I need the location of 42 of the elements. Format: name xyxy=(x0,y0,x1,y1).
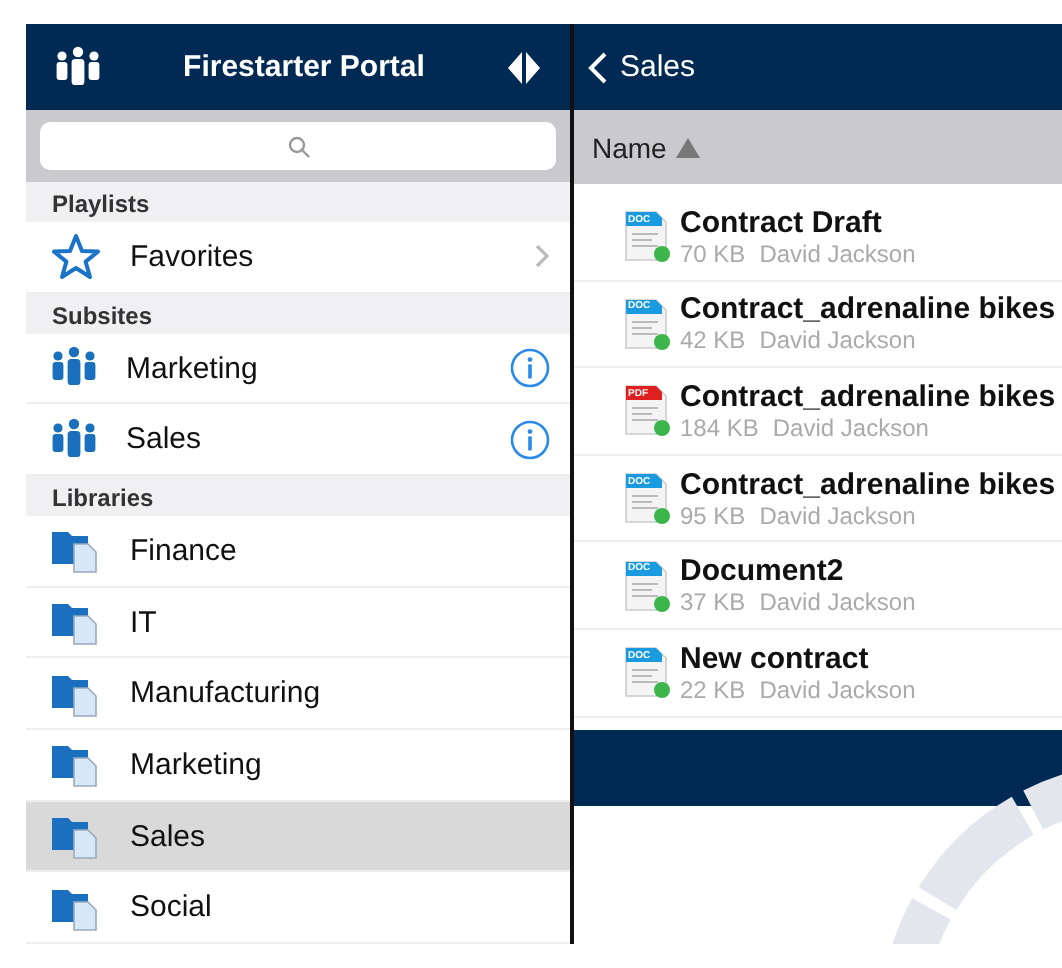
chevron-right-icon xyxy=(534,244,550,269)
file-size: 42 KB xyxy=(680,326,746,355)
split-view-icon[interactable] xyxy=(506,49,542,85)
file-author: David Jackson xyxy=(759,239,916,268)
section-header: Playlists xyxy=(26,182,570,222)
file-author: David Jackson xyxy=(759,326,916,355)
people-icon xyxy=(54,45,102,89)
portal-title: Firestarter Portal xyxy=(181,50,427,84)
sidebar-item[interactable]: IT xyxy=(26,587,570,659)
library-folder-icon xyxy=(50,812,102,861)
file-name: Document2 xyxy=(680,554,846,589)
file-author: David Jackson xyxy=(759,588,916,617)
library-folder-icon xyxy=(50,526,102,575)
sidebar-item[interactable]: Sales xyxy=(26,801,570,873)
file-author: David Jackson xyxy=(759,501,916,530)
file-size: 22 KB xyxy=(680,675,746,704)
file-name: New contract xyxy=(680,641,871,676)
star-icon xyxy=(50,232,102,281)
chevron-left-icon xyxy=(588,51,608,83)
search-icon xyxy=(287,135,309,157)
file-size: 37 KB xyxy=(680,588,746,617)
section-header: Libraries xyxy=(26,476,570,517)
info-icon[interactable] xyxy=(510,419,550,460)
people-icon xyxy=(50,346,98,390)
library-folder-icon xyxy=(50,740,102,789)
file-size: 184 KB xyxy=(680,413,759,442)
people-icon xyxy=(50,417,98,462)
file-name: Contract_adrenaline bikes xyxy=(680,467,1056,502)
file-name: Contract Draft xyxy=(680,205,884,240)
library-folder-icon xyxy=(50,598,102,647)
file-name: Contract_adrenaline bikes xyxy=(680,292,1056,327)
file-author: David Jackson xyxy=(772,413,929,442)
back-button[interactable]: Sales xyxy=(588,50,696,84)
file-author: David Jackson xyxy=(759,675,916,704)
name-column-header[interactable]: Name xyxy=(592,131,701,163)
file-size: 95 KB xyxy=(680,501,746,530)
sidebar-item[interactable]: Marketing xyxy=(26,333,570,405)
file-size: 70 KB xyxy=(680,239,746,268)
file-name: Contract_adrenaline bikes xyxy=(680,379,1056,414)
section-header: Subsites xyxy=(26,293,570,334)
search-field[interactable] xyxy=(40,122,556,170)
info-icon[interactable] xyxy=(510,348,550,388)
